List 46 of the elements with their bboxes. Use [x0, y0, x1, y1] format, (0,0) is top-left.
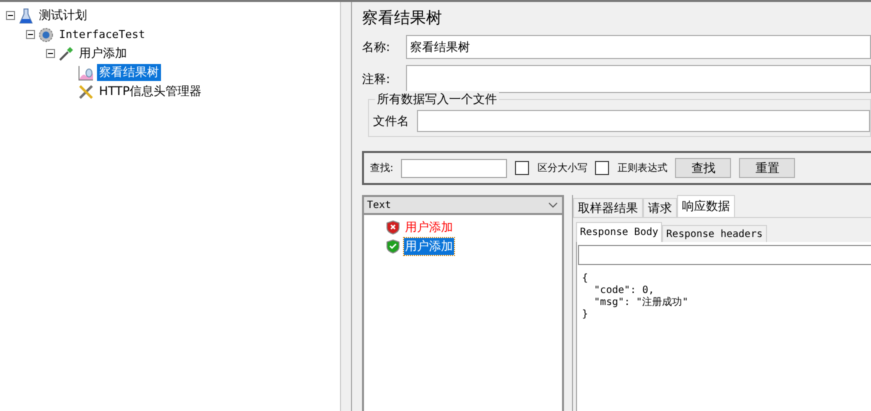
code-line: { — [582, 273, 590, 285]
tree-item[interactable]: 测试计划 — [37, 7, 89, 24]
checkbox[interactable] — [515, 161, 530, 175]
code-line: "msg": "注册成功" — [593, 297, 690, 309]
tools-icon — [78, 84, 94, 100]
result-item[interactable]: 用户添加 — [404, 238, 454, 255]
tab[interactable]: Response headers — [662, 225, 767, 242]
column-title: Text — [367, 200, 392, 210]
collapse-toggle[interactable] — [26, 30, 35, 39]
tree-item[interactable]: 用户添加 — [77, 45, 129, 62]
filename-field[interactable] — [417, 110, 870, 132]
tree-item[interactable]: HTTP信息头管理器 — [97, 83, 204, 100]
chart-icon — [78, 64, 94, 80]
shield-icon — [386, 239, 400, 254]
search-field[interactable] — [401, 158, 508, 178]
collapse-toggle[interactable] — [46, 49, 55, 58]
tab[interactable]: 响应数据 — [677, 195, 735, 217]
pipette-icon — [58, 46, 74, 62]
comment-field[interactable] — [406, 65, 871, 93]
field-label: 名称: — [362, 38, 392, 56]
tree-item[interactable]: 察看结果树 — [97, 64, 161, 81]
collapse-toggle[interactable] — [6, 11, 15, 20]
checkbox-label: 正则表达式 — [617, 162, 668, 175]
gear-icon — [38, 26, 54, 42]
code-line: "code": 0, — [593, 285, 656, 296]
body-search-field[interactable] — [578, 245, 871, 265]
search-button[interactable]: 查找 — [675, 158, 732, 178]
search-button[interactable]: 重置 — [739, 158, 796, 178]
code-line: } — [582, 309, 590, 321]
group-title: 所有数据写入一个文件 — [375, 91, 499, 108]
chevron-icon — [548, 202, 558, 208]
panel-title: 察看结果树 — [362, 8, 443, 29]
checkbox-label: 区分大小写 — [537, 162, 588, 175]
flask-icon — [18, 8, 34, 24]
tab[interactable]: Response Body — [576, 222, 662, 242]
result-item[interactable]: 用户添加 — [404, 219, 454, 236]
field-label: 注释: — [362, 70, 392, 88]
column-header[interactable]: Text — [364, 197, 562, 215]
tree-item[interactable]: InterfaceTest — [57, 28, 148, 41]
tab[interactable]: 请求 — [643, 198, 677, 217]
tab[interactable]: 取样器结果 — [573, 198, 643, 217]
name-field[interactable]: 察看结果树 — [406, 35, 871, 59]
shield-icon — [386, 220, 400, 235]
search-label: 查找: — [370, 162, 394, 175]
checkbox[interactable] — [595, 161, 610, 175]
field-label: 文件名 — [373, 112, 410, 130]
